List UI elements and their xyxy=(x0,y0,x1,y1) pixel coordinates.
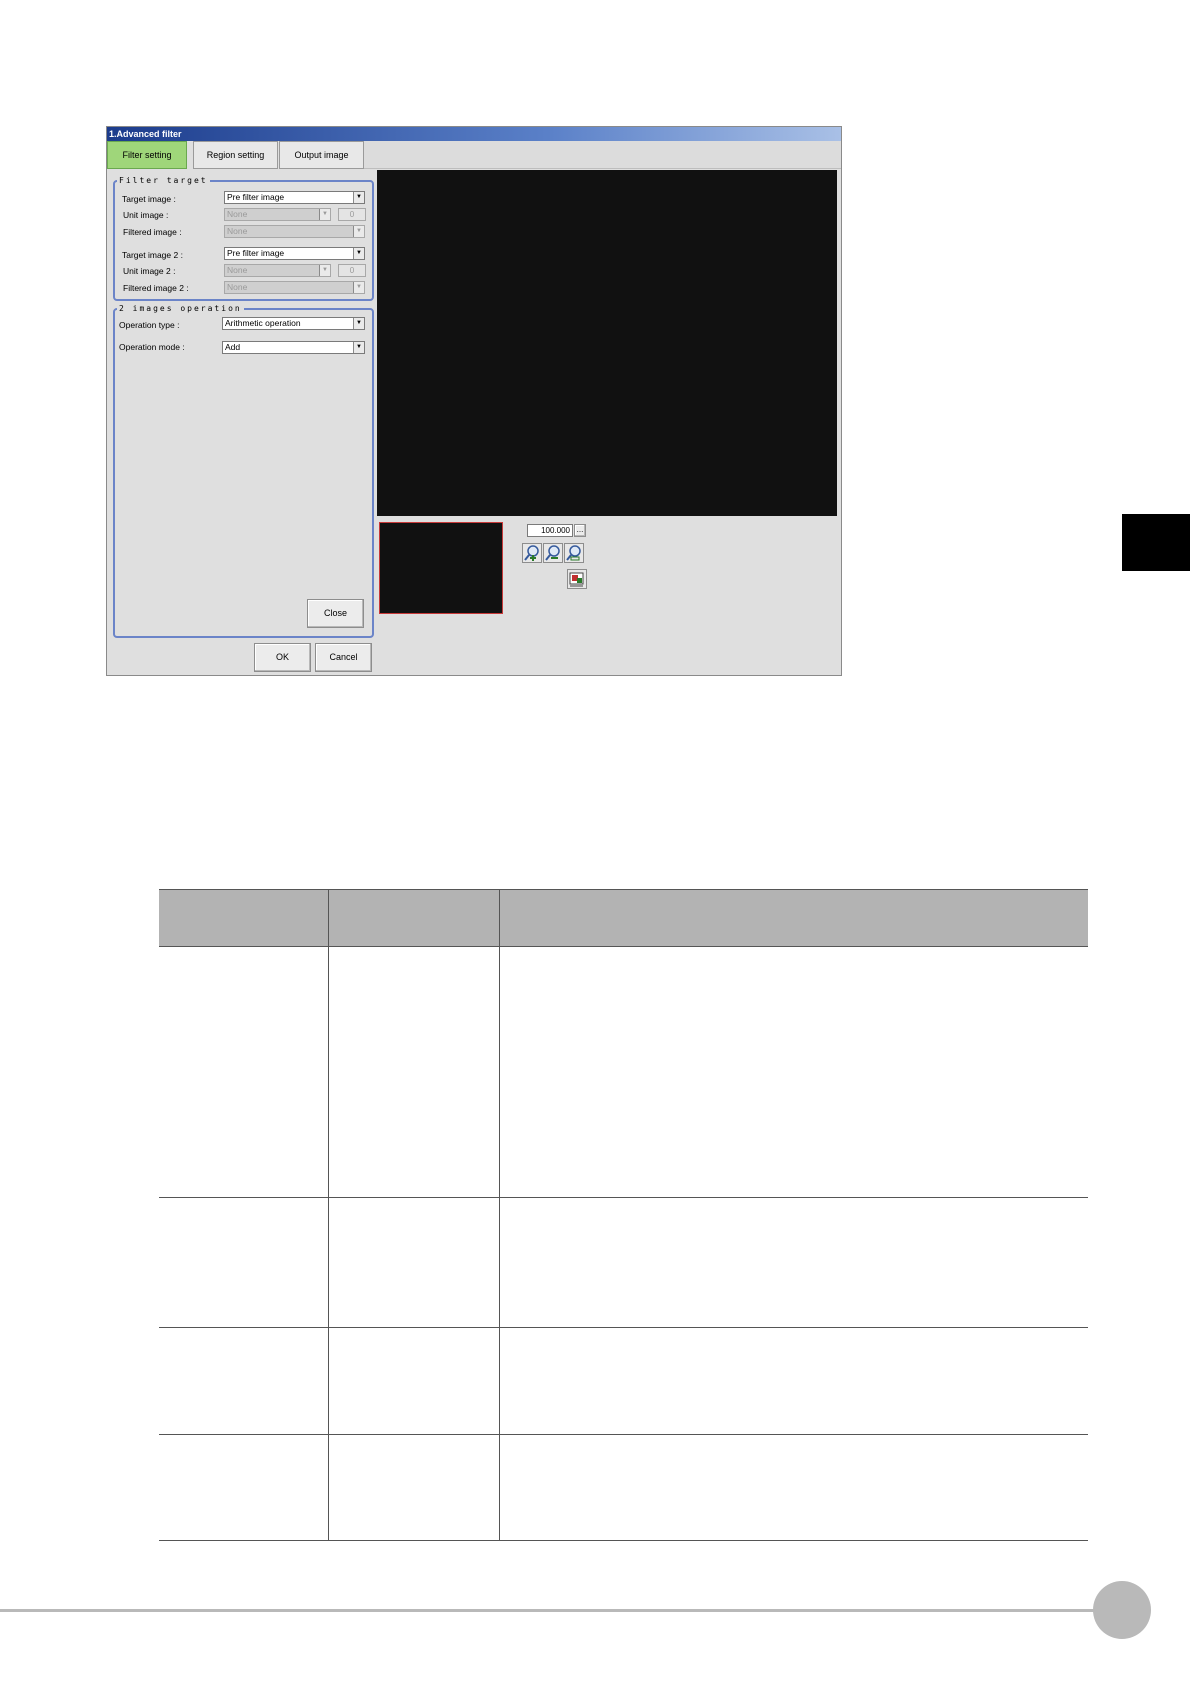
unit-image2-dropdown[interactable]: None ▼ xyxy=(224,264,331,277)
zoom-out-button[interactable] xyxy=(543,543,563,563)
settings-table xyxy=(159,889,1088,1541)
filtered-image2-label: Filtered image 2 : xyxy=(123,283,189,293)
images-operation-legend: 2 images operation xyxy=(119,304,242,313)
images-operation-group: 2 images operation xyxy=(113,304,374,638)
chevron-down-icon: ▼ xyxy=(353,282,364,293)
unit-image-value: None xyxy=(227,209,248,219)
zoom-fit-button[interactable] xyxy=(564,543,584,563)
filtered-image-dropdown[interactable]: None ▼ xyxy=(224,225,365,238)
ok-button[interactable]: OK xyxy=(254,643,311,672)
tab-strip xyxy=(364,141,841,169)
zoom-out-icon xyxy=(545,545,560,561)
filtered-image-value: None xyxy=(227,226,248,236)
thumbnail-preview[interactable] xyxy=(379,522,503,614)
footer-rule xyxy=(0,1609,1100,1612)
chevron-down-icon: ▼ xyxy=(353,192,364,203)
table-row-divider xyxy=(159,1327,1088,1328)
filter-target-legend: Filter target xyxy=(119,176,208,185)
operation-type-dropdown[interactable]: Arithmetic operation ▼ xyxy=(222,317,365,330)
table-column-divider xyxy=(499,889,500,1541)
chevron-down-icon: ▼ xyxy=(319,209,330,220)
advanced-filter-window: 1.Advanced filter Filter setting Region … xyxy=(106,126,842,676)
zoom-value-button[interactable]: ... xyxy=(574,524,586,537)
operation-type-label: Operation type : xyxy=(119,320,180,330)
tab-output-image[interactable]: Output image xyxy=(279,141,364,169)
filtered-image-label: Filtered image : xyxy=(123,227,182,237)
display-fit-button[interactable] xyxy=(567,569,587,589)
table-row-divider xyxy=(159,1540,1088,1541)
chevron-down-icon: ▼ xyxy=(353,342,364,353)
filtered-image2-value: None xyxy=(227,282,248,292)
target-image2-label: Target image 2 : xyxy=(122,250,183,260)
unit-image2-value: None xyxy=(227,265,248,275)
target-image-value: Pre filter image xyxy=(227,192,285,202)
chevron-down-icon: ▼ xyxy=(353,248,364,259)
chevron-down-icon: ▼ xyxy=(319,265,330,276)
operation-type-value: Arithmetic operation xyxy=(225,318,301,328)
chevron-down-icon: ▼ xyxy=(353,318,364,329)
filtered-image2-dropdown[interactable]: None ▼ xyxy=(224,281,365,294)
target-image2-value: Pre filter image xyxy=(227,248,285,258)
unit-image-label: Unit image : xyxy=(123,210,169,220)
zoom-value-field[interactable]: 100.000 xyxy=(527,524,573,537)
table-row-divider xyxy=(159,1434,1088,1435)
operation-mode-dropdown[interactable]: Add ▼ xyxy=(222,341,365,354)
unit-image-spin[interactable]: 0 xyxy=(338,208,366,221)
chapter-side-tab xyxy=(1122,514,1190,571)
table-column-divider xyxy=(328,889,329,1541)
zoom-in-button[interactable] xyxy=(522,543,542,563)
target-image-label: Target image : xyxy=(122,194,176,204)
unit-image2-spin[interactable]: 0 xyxy=(338,264,366,277)
display-fit-icon xyxy=(569,572,584,587)
zoom-fit-icon xyxy=(566,545,581,561)
operation-mode-label: Operation mode : xyxy=(119,342,185,352)
target-image-dropdown[interactable]: Pre filter image ▼ xyxy=(224,191,365,204)
operation-mode-value: Add xyxy=(225,342,241,352)
tab-filter-setting[interactable]: Filter setting xyxy=(107,141,187,169)
zoom-in-icon xyxy=(524,545,539,561)
target-image2-dropdown[interactable]: Pre filter image ▼ xyxy=(224,247,365,260)
page-number-badge xyxy=(1093,1581,1151,1639)
unit-image2-label: Unit image 2 : xyxy=(123,266,176,276)
chevron-down-icon: ▼ xyxy=(353,226,364,237)
window-title: 1.Advanced filter xyxy=(107,127,841,141)
close-button[interactable]: Close xyxy=(307,599,364,628)
image-preview[interactable] xyxy=(377,170,837,516)
tab-region-setting[interactable]: Region setting xyxy=(193,141,278,169)
table-row-divider xyxy=(159,1197,1088,1198)
unit-image-dropdown[interactable]: None ▼ xyxy=(224,208,331,221)
cancel-button[interactable]: Cancel xyxy=(315,643,372,672)
table-header-row xyxy=(159,889,1088,947)
